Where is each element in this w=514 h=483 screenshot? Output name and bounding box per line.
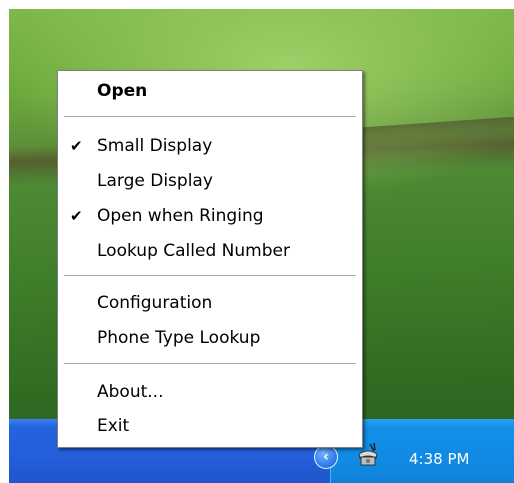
menu-item-open-when-ringing[interactable]: ✔ Open when Ringing [59,201,361,231]
menu-separator [64,275,356,276]
menu-item-label: Configuration [97,293,213,313]
tray-context-menu: Open ✔ Small Display Large Display ✔ Ope… [57,70,363,448]
menu-item-label: Exit [97,416,130,436]
menu-item-label: Phone Type Lookup [97,328,261,348]
menu-item-large-display[interactable]: Large Display [59,166,361,196]
menu-item-phone-type-lookup[interactable]: Phone Type Lookup [59,323,361,353]
chevron-left-icon: ‹ [323,449,329,465]
menu-item-label: Open when Ringing [97,206,264,226]
menu-item-open[interactable]: Open [59,76,361,106]
menu-item-label: Lookup Called Number [97,241,290,261]
menu-item-small-display[interactable]: ✔ Small Display [59,131,361,161]
menu-separator [64,363,356,364]
menu-item-about[interactable]: About... [59,377,361,407]
clock[interactable]: 4:38 PM [409,450,469,468]
menu-item-label: Open [97,81,148,101]
checkmark-icon: ✔ [70,207,83,225]
show-hidden-icons-button[interactable]: ‹ [314,445,338,469]
menu-item-label: Small Display [97,136,213,156]
menu-item-configuration[interactable]: Configuration [59,288,361,318]
checkmark-icon: ✔ [70,137,83,155]
menu-item-label: Large Display [97,171,213,191]
menu-item-lookup-called-number[interactable]: Lookup Called Number [59,236,361,266]
menu-separator [64,116,356,117]
menu-item-exit[interactable]: Exit [59,411,361,441]
menu-item-label: About... [97,382,164,402]
